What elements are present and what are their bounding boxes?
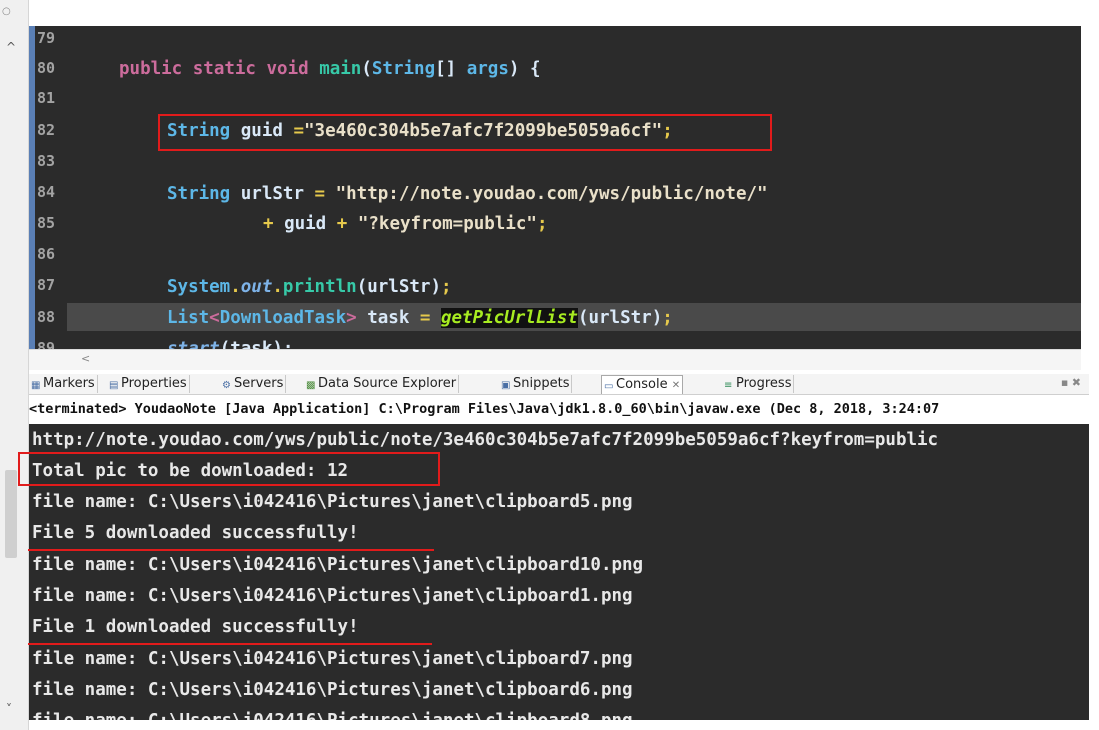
console-status-line: <terminated> YoudaoNote [Java Applicatio… [29, 397, 1089, 421]
annotation-underline [28, 549, 434, 551]
code-token: + [336, 214, 358, 234]
scroll-up-icon[interactable]: ^ [6, 40, 16, 54]
line-number: 84 [37, 183, 56, 201]
line-number: 81 [37, 89, 56, 107]
tab-servers[interactable]: ⚙ Servers [220, 375, 287, 393]
code-token: println [282, 277, 357, 297]
markers-icon: ▦ [31, 380, 41, 391]
code-token: out [240, 277, 273, 297]
code-line-85: + guid + "?keyfrom=public"; [67, 209, 1081, 239]
code-token: System [167, 277, 231, 297]
snippets-icon: ▣ [501, 380, 511, 391]
tab-label: Console [616, 377, 668, 392]
code-token: String [371, 59, 436, 79]
data-source-icon: ▩ [306, 380, 316, 391]
code-token: ; [536, 214, 548, 234]
close-icon[interactable]: ✕ [672, 380, 680, 391]
console-line: file name: C:\Users\i042416\Pictures\jan… [32, 555, 644, 575]
line-number: 86 [37, 245, 56, 263]
line-number: 80 [37, 59, 56, 77]
console-line: file name: C:\Users\i042416\Pictures\jan… [32, 649, 633, 669]
code-token: DownloadTask [219, 308, 347, 328]
tab-label: Data Source Explorer [318, 376, 457, 391]
console-line: file name: C:\Users\i042416\Pictures\jan… [32, 705, 633, 720]
code-token: + [263, 214, 285, 234]
annotation-box-guid [158, 114, 772, 151]
tab-label: Properties [121, 376, 187, 391]
code-token: ; [662, 308, 673, 328]
tab-progress[interactable]: ≡ Progress [722, 375, 795, 393]
line-number: 88 [37, 308, 56, 326]
code-line-88: List<DownloadTask> task = getPicUrlList(… [67, 303, 1081, 333]
console-line: File 1 downloaded successfully! [32, 617, 359, 637]
code-token: public static void [119, 59, 320, 79]
tab-markers[interactable]: ▦ Markers [29, 375, 98, 393]
code-token: [] [435, 59, 467, 79]
scroll-down-icon[interactable]: ˅ [6, 702, 12, 716]
code-token: (urlStr) [577, 308, 663, 328]
console-line: file name: C:\Users\i042416\Pictures\jan… [32, 492, 633, 512]
code-token: ( [361, 59, 372, 79]
line-number-gutter: 79 80 81 82 83 84 85 86 87 88 89 [35, 26, 67, 349]
code-token: args [466, 59, 509, 79]
code-token: List [167, 308, 210, 328]
gutter-marker-icon: ○ [2, 6, 11, 17]
line-number: 85 [37, 214, 56, 232]
code-token: getPicUrlList [440, 308, 578, 328]
code-token: = [419, 308, 441, 328]
console-line: file name: C:\Users\i042416\Pictures\jan… [32, 586, 633, 606]
line-number: 79 [37, 29, 56, 47]
console-line: File 5 downloaded successfully! [32, 523, 359, 543]
scroll-left-icon[interactable]: < [81, 352, 90, 365]
tab-label: Snippets [513, 376, 570, 391]
line-number: 87 [37, 276, 56, 294]
code-token: "http://note.youdao.com/yws/public/note/… [335, 184, 768, 204]
properties-icon: ▤ [109, 380, 119, 391]
code-line-84: String urlStr = "http://note.youdao.com/… [67, 179, 1081, 209]
line-number: 82 [37, 121, 56, 139]
tab-snippets[interactable]: ▣ Snippets [499, 375, 573, 393]
code-token: < [209, 308, 220, 328]
tab-label: Progress [736, 376, 792, 391]
code-token: . [230, 277, 241, 297]
servers-icon: ⚙ [222, 380, 231, 391]
line-number: 89 [37, 339, 56, 349]
view-menu-icon[interactable]: ▪ ✖ [1061, 376, 1081, 389]
view-tab-bar: ▦ Markers ▤ Properties ⚙ Servers ▩ Data Sour… [29, 374, 1089, 395]
code-token: urlStr [240, 184, 315, 204]
code-token: (urlStr) [356, 277, 441, 297]
code-token: String [167, 184, 241, 204]
code-token: guid [284, 214, 337, 234]
code-token: (task); [219, 339, 294, 349]
vertical-scrollbar-thumb[interactable] [5, 470, 17, 558]
code-line-87: System.out.println(urlStr); [67, 272, 1081, 302]
tab-label: Markers [43, 376, 95, 391]
code-token: ) { [508, 59, 541, 79]
code-token: main [319, 59, 362, 79]
tab-properties[interactable]: ▤ Properties [107, 375, 190, 393]
tab-data-source-explorer[interactable]: ▩ Data Source Explorer [304, 375, 460, 393]
console-line: file name: C:\Users\i042416\Pictures\jan… [32, 680, 633, 700]
code-editor[interactable]: 79 80 81 82 83 84 85 86 87 88 89 public … [29, 26, 1081, 349]
code-token: . [272, 277, 283, 297]
code-token: start [167, 339, 220, 349]
editor-horizontal-scrollbar[interactable]: < [29, 349, 1081, 370]
code-token: "?keyfrom=public" [357, 214, 537, 234]
code-token: ; [440, 277, 452, 297]
code-line-89: start(task); [67, 334, 1081, 349]
code-token: task [367, 308, 420, 328]
code-line-80: public static void main(String[] args) { [67, 54, 1081, 84]
line-number: 83 [37, 152, 56, 170]
progress-icon: ≡ [724, 380, 733, 391]
console-icon: ▭ [604, 381, 614, 392]
tab-console[interactable]: ▭ Console ✕ [601, 375, 684, 394]
code-token: = [314, 184, 336, 204]
code-token: > [346, 308, 368, 328]
annotation-box-total [18, 452, 440, 486]
window-gutter: ○ ^ ˅ [0, 0, 29, 730]
annotation-underline [28, 643, 432, 645]
tab-label: Servers [234, 376, 284, 391]
